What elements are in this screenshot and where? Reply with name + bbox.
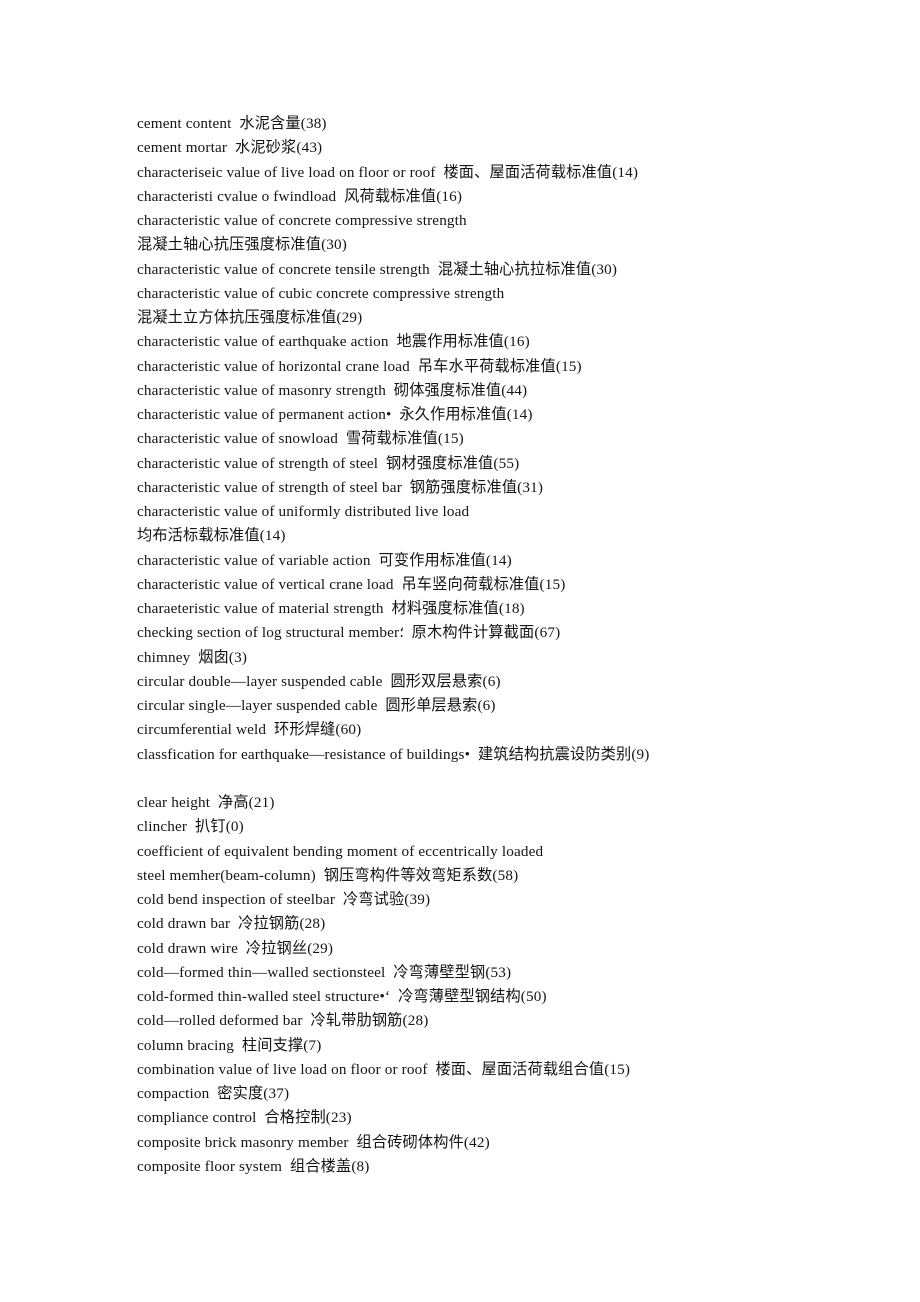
glossary-entry-text: cold drawn bar 冷拉钢筋(28) bbox=[137, 915, 326, 933]
glossary-entry: clear height 净高(21) bbox=[137, 791, 837, 815]
glossary-entry-text: characteristic value of cubic concrete c… bbox=[137, 284, 505, 302]
glossary-entry-text: circumferential weld 环形焊缝(60) bbox=[137, 721, 362, 739]
glossary-entry: 混凝土轴心抗压强度标准值(30) bbox=[137, 233, 837, 257]
glossary-entry-list: cement content 水泥含量(38) cement mortar 水泥砂… bbox=[137, 112, 837, 1179]
glossary-entry-text: cold—rolled deformed bar 冷轧带肋钢筋(28) bbox=[137, 1012, 429, 1030]
glossary-entry: characteristic value of concrete tensile… bbox=[137, 258, 837, 282]
glossary-entry: cold bend inspection of steelbar 冷弯试验(39… bbox=[137, 888, 837, 912]
glossary-entry-text: 均布活标载标准值(14) bbox=[137, 527, 286, 545]
glossary-entry: characteristic value of masonry strength… bbox=[137, 379, 837, 403]
glossary-entry-text: combination value of live load on floor … bbox=[137, 1060, 631, 1078]
glossary-entry: characteristic value of vertical crane l… bbox=[137, 573, 837, 597]
glossary-entry-text: composite brick masonry member 组合砖砌体构件(4… bbox=[137, 1133, 490, 1151]
glossary-entry: characteristic value of variable action … bbox=[137, 549, 837, 573]
glossary-entry: characteristic value of concrete compres… bbox=[137, 209, 837, 233]
glossary-entry: characteristic value of cubic concrete c… bbox=[137, 282, 837, 306]
glossary-entry: classfication for earthquake—resistance … bbox=[137, 743, 837, 767]
glossary-entry-text: charaeteristic value of material strengt… bbox=[137, 600, 525, 617]
glossary-entry: combination value of live load on floor … bbox=[137, 1058, 837, 1082]
glossary-entry: circumferential weld 环形焊缝(60) bbox=[137, 718, 837, 742]
glossary-entry-text: characteristic value of concrete compres… bbox=[137, 212, 467, 229]
glossary-entry: compliance control 合格控制(23) bbox=[137, 1106, 837, 1130]
glossary-entry: circular single—layer suspended cable 圆形… bbox=[137, 694, 837, 718]
glossary-entry-text: 混凝土轴心抗压强度标准值(30) bbox=[137, 236, 347, 254]
glossary-entry-text: characteristic value of strength of stee… bbox=[137, 454, 520, 472]
glossary-entry: chimney 烟囱(3) bbox=[137, 646, 837, 670]
glossary-entry: cement content 水泥含量(38) bbox=[137, 112, 837, 136]
glossary-entry: characteristic value of earthquake actio… bbox=[137, 330, 837, 354]
glossary-entry-text: cold-formed thin-walled steel structure•… bbox=[137, 988, 547, 1005]
glossary-entry-text: cold—formed thin—walled sectionsteel 冷弯薄… bbox=[137, 963, 512, 981]
glossary-entry-text: steel memher(beam-column) 钢压弯构件等效弯矩系数(58… bbox=[137, 866, 519, 884]
glossary-entry-text: cold drawn wire 冷拉钢丝(29) bbox=[137, 939, 334, 957]
glossary-entry: coefficient of equivalent bending moment… bbox=[137, 840, 837, 864]
glossary-entry-text: clear height 净高(21) bbox=[137, 794, 275, 811]
glossary-entry-text: characteristic value of horizontal crane… bbox=[137, 357, 582, 375]
glossary-entry-text: characteristic value of uniformly distri… bbox=[137, 503, 470, 520]
glossary-entry-text: column bracing 柱间支撑(7) bbox=[137, 1036, 322, 1054]
glossary-entry-text: 混凝土立方体抗压强度标准值(29) bbox=[137, 309, 363, 326]
glossary-entry: cement mortar 水泥砂浆(43) bbox=[137, 136, 837, 160]
glossary-entry-text: characteristic value of strength of stee… bbox=[137, 478, 544, 496]
glossary-entry: composite brick masonry member 组合砖砌体构件(4… bbox=[137, 1131, 837, 1155]
glossary-entry: charaeteristic value of material strengt… bbox=[137, 597, 837, 621]
glossary-entry: characteristic value of uniformly distri… bbox=[137, 500, 837, 524]
glossary-entry-text: classfication for earthquake—resistance … bbox=[137, 745, 650, 763]
glossary-entry: characteristic value of horizontal crane… bbox=[137, 355, 837, 379]
glossary-entry-text: clincher 扒钉(0) bbox=[137, 818, 244, 836]
glossary-entry: clincher 扒钉(0) bbox=[137, 815, 837, 839]
glossary-entry-text: characteristic value of concrete tensile… bbox=[137, 260, 618, 278]
glossary-entry: characteristic value of snowload 雪荷载标准值(… bbox=[137, 427, 837, 451]
glossary-entry-text: chimney 烟囱(3) bbox=[137, 648, 248, 666]
glossary-entry: cold—rolled deformed bar 冷轧带肋钢筋(28) bbox=[137, 1009, 837, 1033]
glossary-entry: characteriseic value of live load on flo… bbox=[137, 161, 837, 185]
glossary-entry-text: composite floor system 组合楼盖(8) bbox=[137, 1157, 370, 1175]
glossary-entry: 混凝土立方体抗压强度标准值(29) bbox=[137, 306, 837, 330]
glossary-entry-text: characteristic value of variable action … bbox=[137, 551, 512, 569]
glossary-entry-text: characteriseic value of live load on flo… bbox=[137, 163, 639, 181]
glossary-entry-text: compliance control 合格控制(23) bbox=[137, 1109, 352, 1127]
glossary-entry: 均布活标载标准值(14) bbox=[137, 524, 837, 548]
glossary-entry-text: cement content 水泥含量(38) bbox=[137, 115, 327, 132]
glossary-entry-text: characteristic value of snowload 雪荷载标准值(… bbox=[137, 430, 464, 448]
glossary-entry-text: characteristi cvalue o fwindload 风荷载标准值(… bbox=[137, 187, 463, 205]
glossary-entry: column bracing 柱间支撑(7) bbox=[137, 1034, 837, 1058]
glossary-entry-text: characteristic value of vertical crane l… bbox=[137, 575, 566, 593]
glossary-entry-text: coefficient of equivalent bending moment… bbox=[137, 842, 544, 860]
document-page: cement content 水泥含量(38) cement mortar 水泥砂… bbox=[0, 0, 920, 1302]
glossary-entry: characteristic value of strength of stee… bbox=[137, 476, 837, 500]
glossary-entry: characteristic value of strength of stee… bbox=[137, 452, 837, 476]
glossary-entry-text: cold bend inspection of steelbar 冷弯试验(39… bbox=[137, 891, 431, 908]
glossary-entry-text: circular double—layer suspended cable 圆形… bbox=[137, 672, 501, 690]
glossary-entry: cold drawn wire 冷拉钢丝(29) bbox=[137, 937, 837, 961]
glossary-entry: steel memher(beam-column) 钢压弯构件等效弯矩系数(58… bbox=[137, 864, 837, 888]
glossary-blank-line bbox=[137, 767, 837, 791]
glossary-entry: circular double—layer suspended cable 圆形… bbox=[137, 670, 837, 694]
glossary-entry-text: characteristic value of permanent action… bbox=[137, 406, 533, 423]
glossary-entry-text: checking section of log structural membe… bbox=[137, 624, 561, 642]
glossary-entry-text: compaction 密实度(37) bbox=[137, 1085, 290, 1102]
glossary-entry: cold—formed thin—walled sectionsteel 冷弯薄… bbox=[137, 961, 837, 985]
glossary-entry-text: characteristic value of earthquake actio… bbox=[137, 333, 530, 351]
glossary-entry: characteristic value of permanent action… bbox=[137, 403, 837, 427]
glossary-entry: cold drawn bar 冷拉钢筋(28) bbox=[137, 912, 837, 936]
glossary-entry-text: characteristic value of masonry strength… bbox=[137, 381, 528, 399]
glossary-entry-text: circular single—layer suspended cable 圆形… bbox=[137, 697, 496, 714]
glossary-entry-text: cement mortar 水泥砂浆(43) bbox=[137, 139, 323, 157]
glossary-entry: composite floor system 组合楼盖(8) bbox=[137, 1155, 837, 1179]
glossary-entry: characteristi cvalue o fwindload 风荷载标准值(… bbox=[137, 185, 837, 209]
glossary-entry: checking section of log structural membe… bbox=[137, 621, 837, 645]
glossary-entry: cold-formed thin-walled steel structure•… bbox=[137, 985, 837, 1009]
glossary-entry: compaction 密实度(37) bbox=[137, 1082, 837, 1106]
